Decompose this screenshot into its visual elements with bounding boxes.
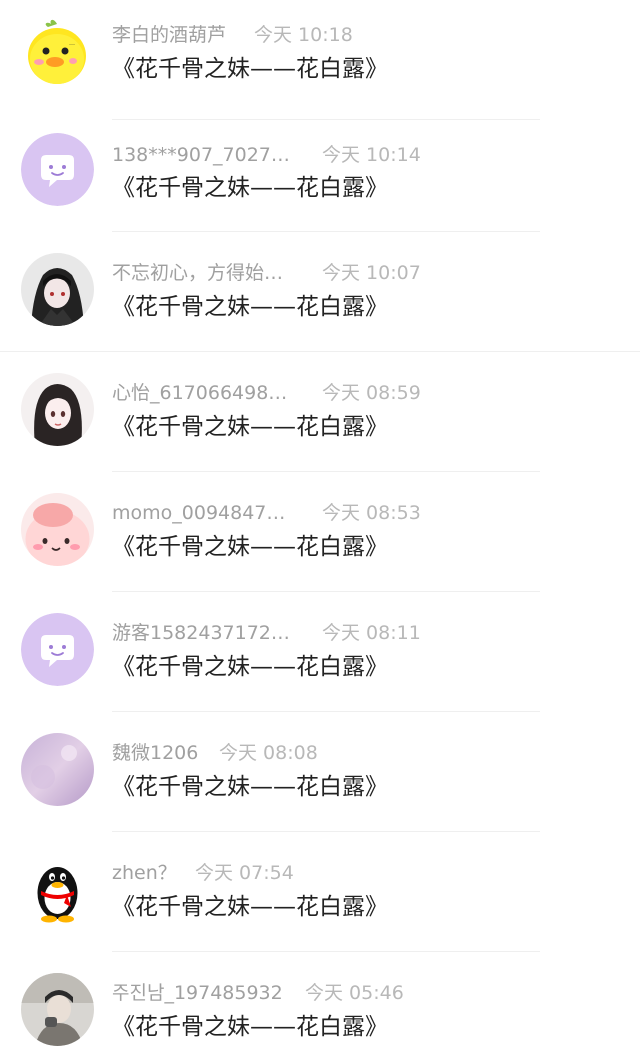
comment-text: 《花千骨之妹——花白露》 <box>112 414 388 440</box>
avatar[interactable] <box>21 493 94 566</box>
timestamp: 今天 08:53 <box>322 502 421 524</box>
avatar[interactable] <box>21 133 94 206</box>
comment-item[interactable]: momo_0094847… 今天 08:53 《花千骨之妹——花白露》 <box>0 472 640 592</box>
username[interactable]: 주진남_197485932 <box>112 982 283 1004</box>
comment-text: 《花千骨之妹——花白露》 <box>112 894 388 920</box>
avatar[interactable] <box>21 613 94 686</box>
comment-meta: 不忘初心，方得始… 今天 10:07 <box>112 260 421 286</box>
comment-item[interactable]: zhen？ 今天 07:54 《花千骨之妹——花白露》 <box>0 832 640 952</box>
comment-meta: 주진남_197485932 今天 05:46 <box>112 980 404 1006</box>
comment-list: … 李白的酒葫芦 今天 10:18 《花千骨之妹——花白露》 138***907… <box>0 0 640 1061</box>
comment-item[interactable]: 心怡_617066498… 今天 08:59 《花千骨之妹——花白露》 <box>0 352 640 472</box>
comment-meta: momo_0094847… 今天 08:53 <box>112 500 421 526</box>
timestamp: 今天 07:54 <box>195 862 294 884</box>
comment-item[interactable]: … 李白的酒葫芦 今天 10:18 《花千骨之妹——花白露》 <box>0 0 640 120</box>
comment-text: 《花千骨之妹——花白露》 <box>112 654 388 680</box>
qq-penguin-icon <box>21 853 94 926</box>
yellow-chick-avatar-icon: … <box>21 15 94 88</box>
anime-girl-icon <box>21 373 94 446</box>
timestamp: 今天 05:46 <box>305 982 404 1004</box>
avatar[interactable] <box>21 733 94 806</box>
username[interactable]: momo_0094847… <box>112 502 285 524</box>
chat-bubble-icon <box>21 613 94 686</box>
avatar[interactable] <box>21 853 94 926</box>
comment-meta: 心怡_617066498… 今天 08:59 <box>112 380 421 406</box>
comment-meta: 138***907_7027… 今天 10:14 <box>112 142 421 168</box>
timestamp: 今天 10:07 <box>322 262 421 284</box>
comment-meta: zhen？ 今天 07:54 <box>112 860 294 886</box>
username[interactable]: 游客1582437172… <box>112 622 290 644</box>
avatar[interactable] <box>21 973 94 1046</box>
timestamp: 今天 10:14 <box>322 144 421 166</box>
avatar[interactable]: … <box>21 15 94 88</box>
comment-text: 《花千骨之妹——花白露》 <box>112 175 388 201</box>
chat-bubble-icon <box>21 133 94 206</box>
username[interactable]: 心怡_617066498… <box>112 382 287 404</box>
comment-text: 《花千骨之妹——花白露》 <box>112 1014 388 1040</box>
comment-text: 《花千骨之妹——花白露》 <box>112 56 388 82</box>
comment-meta: 游客1582437172… 今天 08:11 <box>112 620 421 646</box>
username[interactable]: zhen？ <box>112 862 177 884</box>
timestamp: 今天 08:59 <box>322 382 421 404</box>
username[interactable]: 不忘初心，方得始… <box>112 262 283 284</box>
comment-meta: 李白的酒葫芦 今天 10:18 <box>112 22 353 48</box>
comment-item[interactable]: 138***907_7027… 今天 10:14 《花千骨之妹——花白露》 <box>0 112 640 232</box>
comment-text: 《花千骨之妹——花白露》 <box>112 294 388 320</box>
timestamp: 今天 10:18 <box>254 24 353 46</box>
purple-sky-icon <box>21 733 94 806</box>
comment-item[interactable]: 주진남_197485932 今天 05:46 《花千骨之妹——花白露》 <box>0 952 640 1061</box>
username[interactable]: 魏微1206 <box>112 742 198 764</box>
avatar[interactable] <box>21 253 94 326</box>
svg-text:…: … <box>69 40 75 47</box>
username[interactable]: 138***907_7027… <box>112 144 290 166</box>
username[interactable]: 李白的酒葫芦 <box>112 24 226 46</box>
comment-item[interactable]: 魏微1206 今天 08:08 《花千骨之妹——花白露》 <box>0 712 640 832</box>
comment-text: 《花千骨之妹——花白露》 <box>112 774 388 800</box>
comment-meta: 魏微1206 今天 08:08 <box>112 740 318 766</box>
hooded-figure-icon <box>21 253 94 326</box>
timestamp: 今天 08:11 <box>322 622 421 644</box>
avatar[interactable] <box>21 373 94 446</box>
comment-text: 《花千骨之妹——花白露》 <box>112 534 388 560</box>
pink-blob-icon <box>21 493 94 566</box>
photo-person-icon <box>21 973 94 1046</box>
comment-item[interactable]: 不忘初心，方得始… 今天 10:07 《花千骨之妹——花白露》 <box>0 232 640 352</box>
comment-item[interactable]: 游客1582437172… 今天 08:11 《花千骨之妹——花白露》 <box>0 592 640 712</box>
timestamp: 今天 08:08 <box>219 742 318 764</box>
